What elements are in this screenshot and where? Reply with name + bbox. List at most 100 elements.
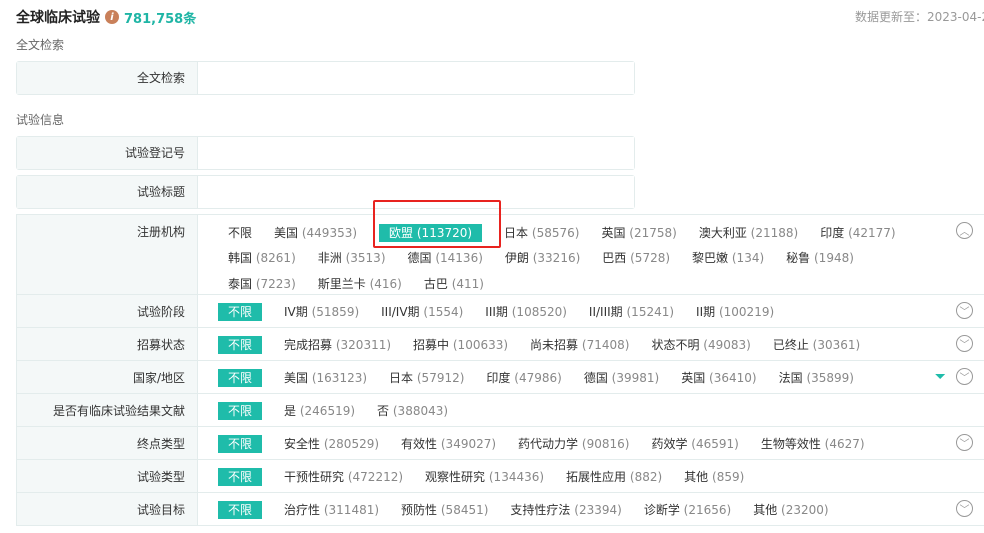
- filter-option[interactable]: 泰国 (7223): [228, 275, 296, 293]
- filter-option[interactable]: II/III期 (15241): [589, 303, 674, 321]
- filter-icon[interactable]: ⏷: [935, 369, 946, 385]
- filter-option[interactable]: 是 (246519): [284, 402, 355, 420]
- filter-option[interactable]: 尚未招募 (71408): [530, 336, 629, 354]
- filter-option[interactable]: III/IV期 (1554): [381, 303, 463, 321]
- filter-option[interactable]: IV期 (51859): [284, 303, 359, 321]
- filter-option[interactable]: 德国 (39981): [584, 369, 659, 387]
- option-any[interactable]: 不限: [218, 435, 263, 453]
- fulltext-field: 全文检索: [16, 61, 635, 95]
- option-any[interactable]: 不限: [228, 224, 252, 242]
- collapse-chevron-icon[interactable]: ︿: [956, 222, 973, 239]
- filter-option[interactable]: 斯里兰卡 (416): [318, 275, 402, 293]
- filter-option[interactable]: 日本 (57912): [389, 369, 464, 387]
- filter-option[interactable]: 印度 (42177): [820, 224, 895, 242]
- filter-option[interactable]: 否 (388043): [377, 402, 448, 420]
- filter-option[interactable]: 药代动力学 (90816): [518, 435, 629, 453]
- filter-option[interactable]: 伊朗 (33216): [505, 249, 580, 267]
- filter-option[interactable]: 古巴 (411): [424, 275, 484, 293]
- expand-chevron-icon[interactable]: ﹀: [956, 302, 973, 319]
- trial-title-input[interactable]: [198, 176, 634, 208]
- filter-option[interactable]: 有效性 (349027): [401, 435, 496, 453]
- filter-option[interactable]: 支持性疗法 (23394): [510, 501, 621, 519]
- filter-option[interactable]: 药效学 (46591): [651, 435, 738, 453]
- filter-option[interactable]: 非洲 (3513): [318, 249, 386, 267]
- filter-option[interactable]: 诊断学 (21656): [644, 501, 731, 519]
- filter-option[interactable]: 印度 (47986): [486, 369, 561, 387]
- option-label: 秘鲁: [786, 251, 811, 266]
- filter-option[interactable]: 黎巴嫩 (134): [692, 249, 764, 267]
- option-any[interactable]: 不限: [218, 336, 263, 354]
- option-count: (859): [712, 470, 745, 484]
- filter-option[interactable]: 法国 (35899): [779, 369, 854, 387]
- option-label: 预防性: [401, 503, 438, 517]
- filter-option[interactable]: 安全性 (280529): [284, 435, 379, 453]
- reg-no-input[interactable]: [198, 137, 634, 169]
- filter-option[interactable]: 其他 (859): [684, 468, 744, 486]
- filter-option[interactable]: 干预性研究 (472212): [284, 468, 403, 486]
- expand-chevron-icon[interactable]: ﹀: [956, 335, 973, 352]
- filter-option[interactable]: 其他 (23200): [753, 501, 828, 519]
- filter-option[interactable]: 德国 (14136): [408, 249, 483, 267]
- option-label: III期: [485, 305, 508, 319]
- filter-option[interactable]: 状态不明 (49083): [651, 336, 750, 354]
- option-any[interactable]: 不限: [218, 501, 263, 519]
- option-label: II期: [696, 305, 716, 319]
- option-label: 德国: [407, 251, 432, 266]
- option-label: 巴西: [602, 251, 627, 266]
- filter-option[interactable]: 观察性研究 (134436): [425, 468, 544, 486]
- option-count: (113720): [416, 226, 473, 240]
- option-label: 药效学: [651, 437, 688, 451]
- option-label: 其他: [753, 503, 778, 517]
- option-count: (100633): [452, 338, 509, 352]
- filter-option[interactable]: 韩国 (8261): [228, 249, 296, 267]
- option-label: 印度: [820, 226, 845, 240]
- filter-option[interactable]: 欧盟 (113720): [379, 224, 483, 242]
- option-label: 黎巴嫩: [692, 251, 729, 266]
- filter-option[interactable]: 生物等效性 (4627): [761, 435, 865, 453]
- filter-option[interactable]: III期 (108520): [485, 303, 567, 321]
- filter-option[interactable]: 拓展性应用 (882): [566, 468, 662, 486]
- filter-option[interactable]: 完成招募 (320311): [284, 336, 391, 354]
- expand-chevron-icon[interactable]: ﹀: [956, 500, 973, 517]
- option-count: (33216): [532, 251, 581, 266]
- option-label: 欧盟: [389, 226, 414, 240]
- option-count: (58451): [440, 503, 489, 517]
- option-count: (411): [451, 276, 484, 291]
- filter-option[interactable]: 治疗性 (311481): [284, 501, 379, 519]
- filter-option[interactable]: 美国 (449353): [274, 224, 357, 242]
- filter-option[interactable]: 预防性 (58451): [401, 501, 488, 519]
- filter-option[interactable]: 日本 (58576): [504, 224, 579, 242]
- filter-options: 不限 安全性 (280529) 有效性 (349027) 药代动力学 (90816) 药…: [198, 427, 984, 459]
- option-count: (36410): [709, 371, 757, 385]
- expand-chevron-icon[interactable]: ﹀: [956, 368, 973, 385]
- option-count: (35899): [806, 371, 854, 385]
- filter-options: 不限 是 (246519) 否 (388043): [198, 394, 984, 426]
- filter-option[interactable]: 英国 (36410): [681, 369, 756, 387]
- filter-option[interactable]: II期 (100219): [696, 303, 774, 321]
- filter-option[interactable]: 招募中 (100633): [413, 336, 508, 354]
- option-any[interactable]: 不限: [218, 369, 263, 387]
- filter-option[interactable]: 巴西 (5728): [602, 249, 670, 267]
- option-count: (42177): [848, 226, 896, 240]
- option-count: (416): [369, 276, 402, 291]
- filter-option[interactable]: 澳大利亚 (21188): [699, 224, 798, 242]
- fulltext-input[interactable]: [198, 62, 634, 94]
- filter-row: 试验目标 不限 治疗性 (311481) 预防性 (58451) 支持性疗法 (2339…: [17, 492, 984, 525]
- expand-chevron-icon[interactable]: ﹀: [956, 434, 973, 451]
- page-title: 全球临床试验: [16, 10, 100, 26]
- option-count: (472212): [347, 470, 404, 484]
- filter-option[interactable]: 美国 (163123): [284, 369, 367, 387]
- option-label: 英国: [601, 226, 626, 240]
- option-any[interactable]: 不限: [218, 402, 263, 420]
- option-count: (47986): [514, 371, 562, 385]
- option-any[interactable]: 不限: [218, 468, 263, 486]
- option-any[interactable]: 不限: [218, 303, 263, 321]
- filter-option[interactable]: 英国 (21758): [601, 224, 676, 242]
- filter-option[interactable]: 秘鲁 (1948): [786, 249, 854, 267]
- option-label: 泰国: [228, 276, 253, 291]
- info-icon[interactable]: i: [105, 10, 119, 24]
- option-label: 生物等效性: [760, 437, 821, 451]
- filter-option[interactable]: 已终止 (30361): [773, 336, 860, 354]
- option-count: (90816): [581, 437, 630, 451]
- filter-label: 注册机构: [17, 215, 198, 294]
